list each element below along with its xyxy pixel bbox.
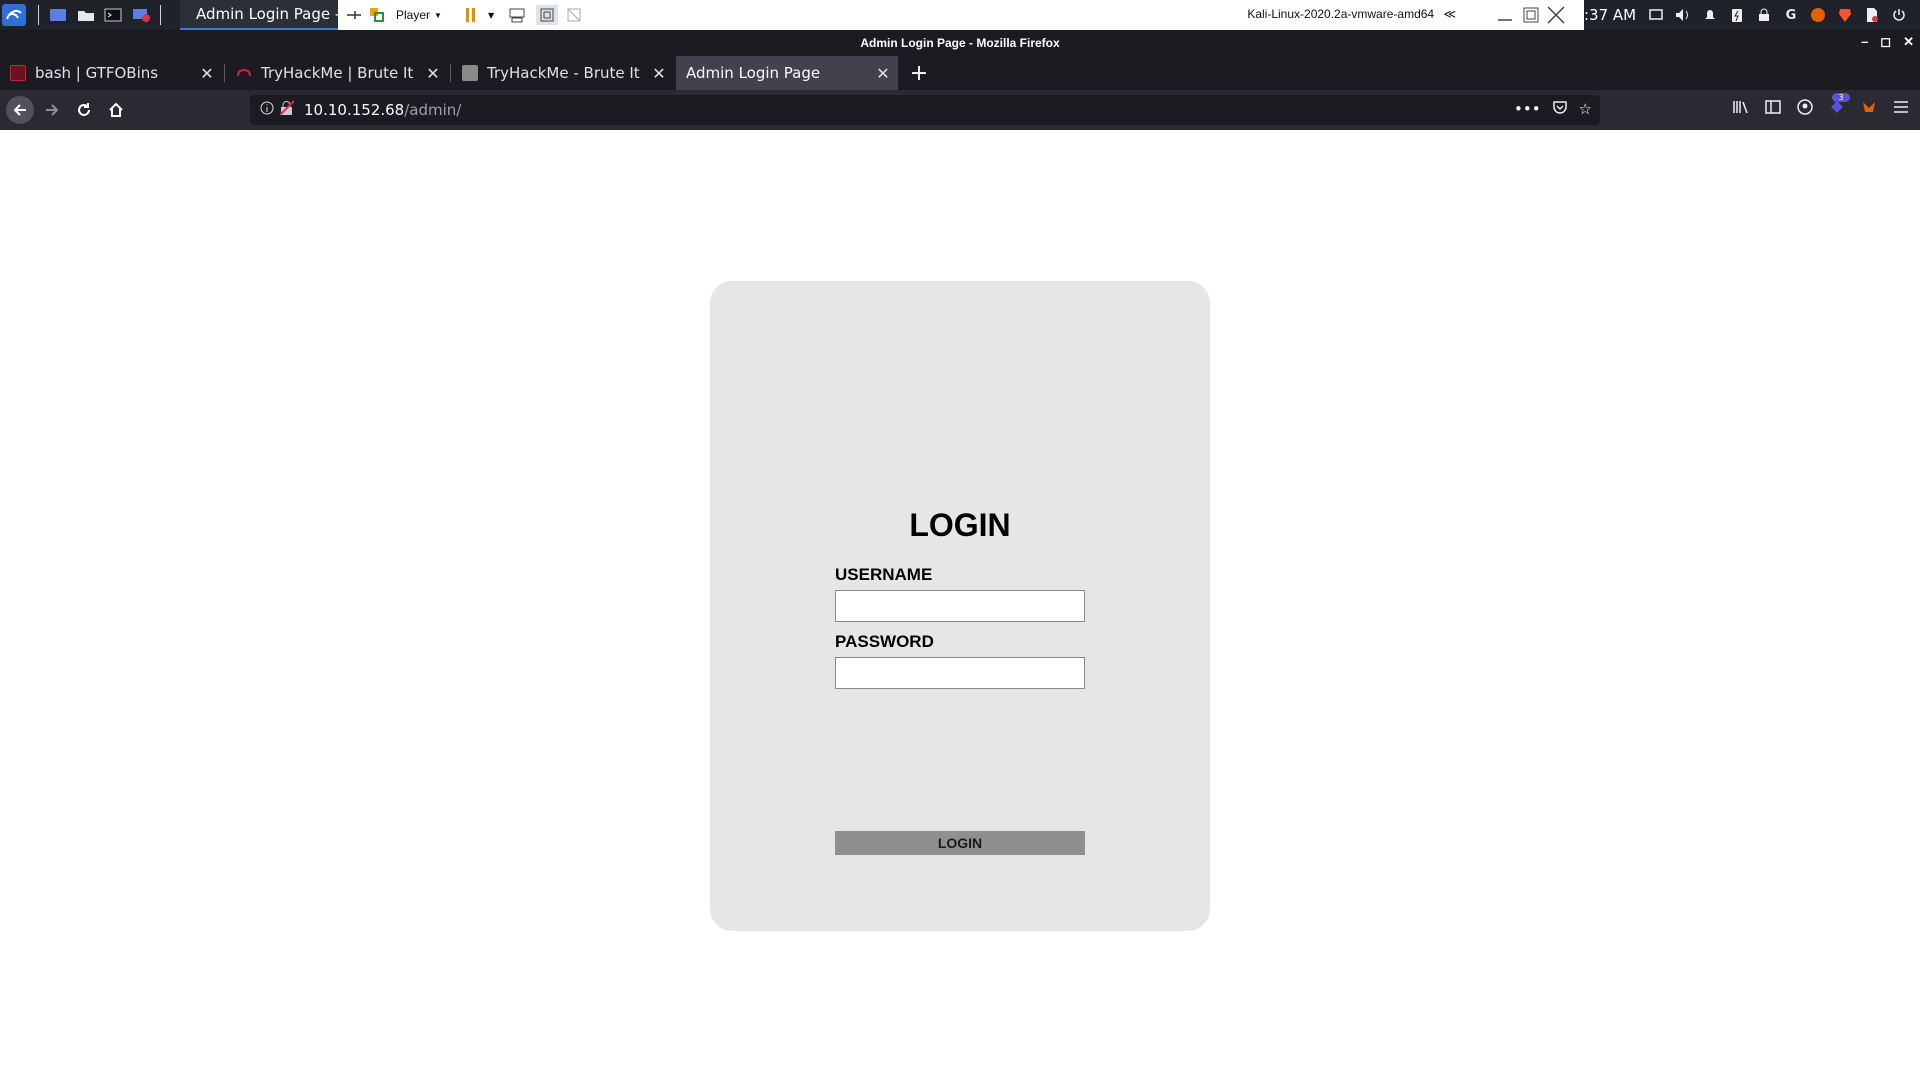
maximize-icon[interactable]: ◻ [1880, 34, 1891, 50]
terminal-icon[interactable] [103, 4, 123, 26]
document-icon[interactable] [1863, 6, 1881, 24]
writeup-favicon-icon [462, 65, 478, 81]
send-ctrl-alt-del-icon[interactable] [508, 5, 526, 25]
chevron-down-icon: ▼ [434, 10, 442, 20]
info-icon[interactable] [260, 101, 274, 119]
tab-separator [224, 64, 225, 82]
reload-icon [78, 103, 90, 116]
username-input[interactable] [835, 590, 1085, 622]
library-icon[interactable] [1732, 100, 1750, 114]
extension-fox-icon[interactable] [1860, 99, 1878, 115]
tab-tryhackme-writeup[interactable]: TryHackMe - Brute It | qt ✕ [452, 56, 674, 90]
vmware-player-toolbar: Player ▼ ▼ Kali-Linux-2020.2a-vmware-amd… [338, 0, 1584, 30]
home-icon [109, 102, 123, 117]
window-titlebar: Admin Login Page - Mozilla Firefox – ◻ ✕ [0, 30, 1920, 56]
address-bar[interactable]: 10.10.152.68 /admin/ ••• ☆ [250, 95, 1600, 125]
window-controls: – ◻ ✕ [1861, 34, 1914, 50]
plus-icon: + [909, 60, 929, 86]
page-viewport: LOGIN USERNAME PASSWORD LOGIN [0, 130, 1920, 1080]
close-tab-icon[interactable]: ✕ [868, 64, 898, 83]
system-tray: :37 AM G [1584, 0, 1920, 30]
file-manager-icon[interactable] [76, 4, 96, 26]
close-tab-icon[interactable]: ✕ [418, 64, 448, 83]
pause-options-chevron-icon[interactable]: ▼ [488, 5, 494, 25]
minimize-vm-icon[interactable] [1496, 5, 1514, 25]
username-label: USERNAME [835, 565, 933, 584]
toolbar-right: 3 [1732, 93, 1910, 115]
login-button[interactable]: LOGIN [835, 831, 1085, 855]
google-icon[interactable]: G [1782, 6, 1800, 24]
page-actions-icon[interactable]: ••• [1514, 100, 1541, 118]
tab-tryhackme-brute-it[interactable]: TryHackMe | Brute It ✕ [226, 56, 448, 90]
desktop-icon[interactable] [48, 4, 68, 26]
tab-label: TryHackMe - Brute It | qt [487, 64, 644, 82]
tryhackme-favicon-icon [236, 65, 252, 81]
kali-menu-icon[interactable] [2, 4, 26, 26]
panel-divider [160, 5, 161, 25]
player-menu[interactable]: Player ▼ [396, 5, 442, 25]
close-vm-icon[interactable] [1546, 5, 1566, 25]
login-card: LOGIN USERNAME PASSWORD LOGIN [710, 281, 1210, 931]
arrow-right-icon [46, 104, 59, 116]
system-panel: Admin Login Page - Player ▼ ▼ Kali-Linux… [0, 0, 1920, 30]
notification-count-badge: 3 [1832, 93, 1850, 102]
navigation-toolbar: 10.10.152.68 /admin/ ••• ☆ 3 [0, 90, 1920, 130]
insecure-connection-icon[interactable] [279, 100, 295, 120]
tab-label: TryHackMe | Brute It [261, 64, 414, 82]
taskbar-window-button[interactable]: Admin Login Page - [180, 0, 338, 30]
pin-icon[interactable] [346, 5, 362, 25]
tab-strip: bash | GTFOBins ✕ TryHackMe | Brute It ✕… [0, 56, 1920, 90]
reload-button[interactable] [70, 96, 98, 124]
brave-icon[interactable] [1836, 6, 1854, 24]
home-button[interactable] [102, 96, 130, 124]
forward-button[interactable] [38, 96, 66, 124]
collapse-toolbar-icon[interactable]: ≪ [1443, 7, 1456, 21]
account-icon[interactable] [1796, 99, 1814, 115]
pocket-icon[interactable] [1552, 100, 1567, 118]
bookmark-star-icon[interactable]: ☆ [1579, 100, 1592, 118]
player-menu-label: Player [396, 8, 431, 22]
clock: :37 AM [1584, 6, 1637, 24]
extension-foxyproxy-icon[interactable]: 3 [1828, 93, 1850, 115]
tab-admin-login-page[interactable]: Admin Login Page ✕ [676, 56, 898, 90]
tab-separator [450, 64, 451, 82]
vm-title-text: Kali-Linux-2020.2a-vmware-amd64 [1247, 7, 1435, 21]
sidebar-icon[interactable] [1764, 100, 1782, 114]
hamburger-menu-icon[interactable] [1892, 100, 1910, 114]
notifications-icon[interactable] [1701, 6, 1719, 24]
vmware-player-icon[interactable] [368, 5, 386, 25]
tab-label: bash | GTFOBins [35, 64, 159, 82]
vm-title: Kali-Linux-2020.2a-vmware-amd64 ≪ [1247, 7, 1456, 21]
logout-icon[interactable] [1890, 6, 1908, 24]
unity-mode-icon[interactable] [566, 5, 584, 25]
window-title: Admin Login Page - Mozilla Firefox [860, 36, 1060, 50]
url-host: 10.10.152.68 [304, 101, 405, 119]
tab-label: Admin Login Page [686, 64, 821, 82]
minimize-icon[interactable]: – [1861, 34, 1868, 50]
password-label: PASSWORD [835, 632, 934, 651]
gtfobins-favicon-icon [10, 65, 26, 81]
close-window-icon[interactable]: ✕ [1903, 34, 1914, 50]
address-bar-actions: ••• ☆ [1514, 100, 1592, 118]
taskbar-window-label: Admin Login Page - [196, 5, 338, 23]
back-button[interactable] [6, 96, 34, 124]
power-manager-icon[interactable] [1728, 6, 1746, 24]
restore-vm-icon[interactable] [1522, 5, 1540, 25]
volume-icon[interactable] [1674, 6, 1692, 24]
login-heading: LOGIN [909, 507, 1011, 543]
url-path: /admin/ [404, 101, 462, 119]
arrow-left-icon [13, 104, 26, 116]
close-tab-icon[interactable]: ✕ [192, 64, 222, 83]
pause-icon[interactable] [464, 5, 478, 25]
display-icon[interactable] [1647, 6, 1665, 24]
password-input[interactable] [835, 657, 1085, 689]
tab-gtfobins[interactable]: bash | GTFOBins ✕ [0, 56, 222, 90]
lock-icon[interactable] [1755, 6, 1773, 24]
close-tab-icon[interactable]: ✕ [644, 64, 674, 83]
fullscreen-icon[interactable] [536, 5, 558, 25]
firefox-tray-icon[interactable] [1809, 6, 1827, 24]
new-tab-button[interactable]: + [904, 58, 934, 88]
browser-launcher-icon[interactable] [131, 4, 151, 26]
panel-divider [38, 5, 39, 25]
